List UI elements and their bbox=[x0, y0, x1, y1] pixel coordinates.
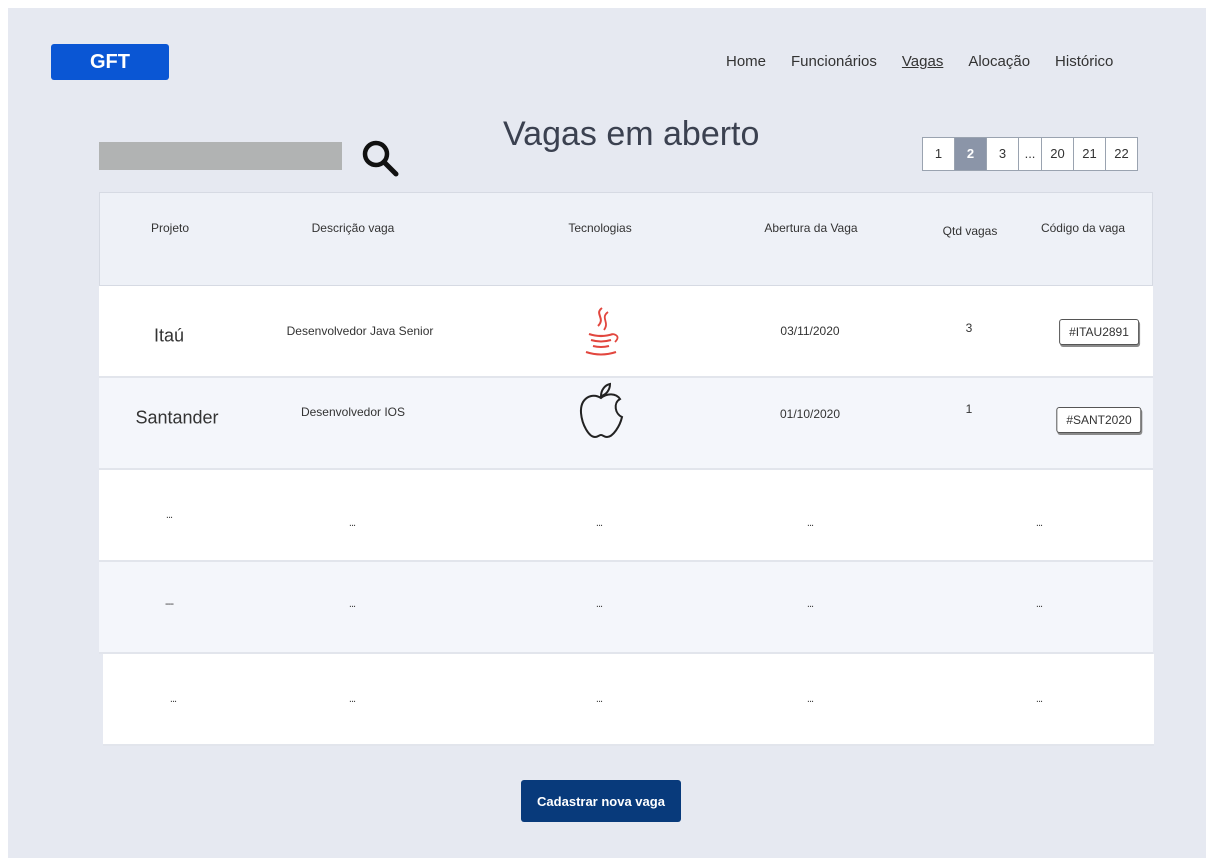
java-icon bbox=[585, 307, 619, 356]
row-qtd: 3 bbox=[965, 321, 973, 335]
row-abertura: 03/11/2020 bbox=[780, 324, 840, 338]
row-qtd: 1 bbox=[965, 402, 973, 416]
row-abertura: 01/10/2020 bbox=[779, 407, 841, 421]
placeholder-cell: ... bbox=[348, 598, 356, 610]
new-job-button[interactable]: Cadastrar nova vaga bbox=[521, 780, 681, 822]
placeholder-cell: ... bbox=[1035, 517, 1043, 529]
column-header-abertura[interactable]: Abertura da Vaga bbox=[764, 221, 857, 235]
page-button-ellipsis: ... bbox=[1019, 138, 1042, 170]
placeholder-cell: ... bbox=[595, 693, 603, 705]
nav-item-home[interactable]: Home bbox=[726, 52, 766, 72]
apple-icon bbox=[579, 382, 624, 439]
column-header-tecnologias[interactable]: Tecnologias bbox=[568, 221, 631, 235]
row-descricao: Desenvolvedor Java Senior bbox=[286, 324, 434, 338]
nav-item-vagas[interactable]: Vagas bbox=[902, 52, 943, 72]
nav-item-funcionarios[interactable]: Funcionários bbox=[791, 52, 877, 72]
placeholder-cell: ... bbox=[806, 693, 814, 705]
page-button-22[interactable]: 22 bbox=[1106, 138, 1137, 170]
table-row[interactable]: ... ... ... ... ... bbox=[103, 654, 1154, 746]
column-header-descricao[interactable]: Descrição vaga bbox=[312, 221, 395, 235]
pagination: 1 2 3 ... 20 21 22 bbox=[922, 137, 1138, 171]
placeholder-cell: ... bbox=[348, 693, 356, 705]
placeholder-cell: ... bbox=[348, 517, 356, 529]
placeholder-cell: ... bbox=[806, 517, 814, 529]
page-button-21[interactable]: 21 bbox=[1074, 138, 1106, 170]
row-code-badge[interactable]: #SANT2020 bbox=[1056, 407, 1142, 433]
table-row[interactable]: Santander Desenvolvedor IOS 01/10/2020 1… bbox=[99, 378, 1153, 470]
table-header: Projeto Descrição vaga Tecnologias Abert… bbox=[99, 192, 1153, 286]
placeholder-cell: ... bbox=[595, 598, 603, 610]
column-header-codigo[interactable]: Código da vaga bbox=[1041, 221, 1125, 235]
placeholder-cell: ... bbox=[165, 509, 173, 521]
magnifier-icon[interactable] bbox=[359, 137, 401, 179]
table-row[interactable]: Itaú Desenvolvedor Java Senior 03/11/202… bbox=[99, 286, 1153, 378]
page-button-2[interactable]: 2 bbox=[955, 138, 987, 170]
page-title: Vagas em aberto bbox=[503, 115, 760, 153]
placeholder-cell: ... bbox=[1035, 598, 1043, 610]
placeholder-cell: ... bbox=[169, 693, 177, 705]
page-button-3[interactable]: 3 bbox=[987, 138, 1019, 170]
search-input[interactable] bbox=[99, 142, 342, 170]
placeholder-cell: ... bbox=[1035, 693, 1043, 705]
placeholder-cell: ... bbox=[806, 598, 814, 610]
column-header-projeto[interactable]: Projeto bbox=[151, 221, 189, 235]
column-header-qtd[interactable]: Qtd vagas bbox=[943, 224, 998, 238]
jobs-table: Projeto Descrição vaga Tecnologias Abert… bbox=[99, 192, 1154, 746]
top-nav: Home Funcionários Vagas Alocação Históri… bbox=[726, 52, 1113, 72]
app-frame: GFT Home Funcionários Vagas Alocação His… bbox=[8, 8, 1206, 858]
placeholder-cell: ... bbox=[595, 517, 603, 529]
table-row[interactable]: --- ... ... ... ... bbox=[99, 562, 1153, 654]
row-descricao: Desenvolvedor IOS bbox=[300, 405, 406, 419]
table-row[interactable]: ... ... ... ... ... bbox=[99, 470, 1153, 562]
page-button-20[interactable]: 20 bbox=[1042, 138, 1074, 170]
gft-logo[interactable]: GFT bbox=[51, 44, 169, 80]
placeholder-cell: --- bbox=[165, 598, 174, 610]
nav-item-historico[interactable]: Histórico bbox=[1055, 52, 1113, 72]
nav-item-alocacao[interactable]: Alocação bbox=[968, 52, 1030, 72]
page-button-1[interactable]: 1 bbox=[923, 138, 955, 170]
row-code-badge[interactable]: #ITAU2891 bbox=[1059, 319, 1139, 345]
row-projeto: Itaú bbox=[153, 325, 185, 346]
row-projeto: Santander bbox=[135, 407, 219, 428]
